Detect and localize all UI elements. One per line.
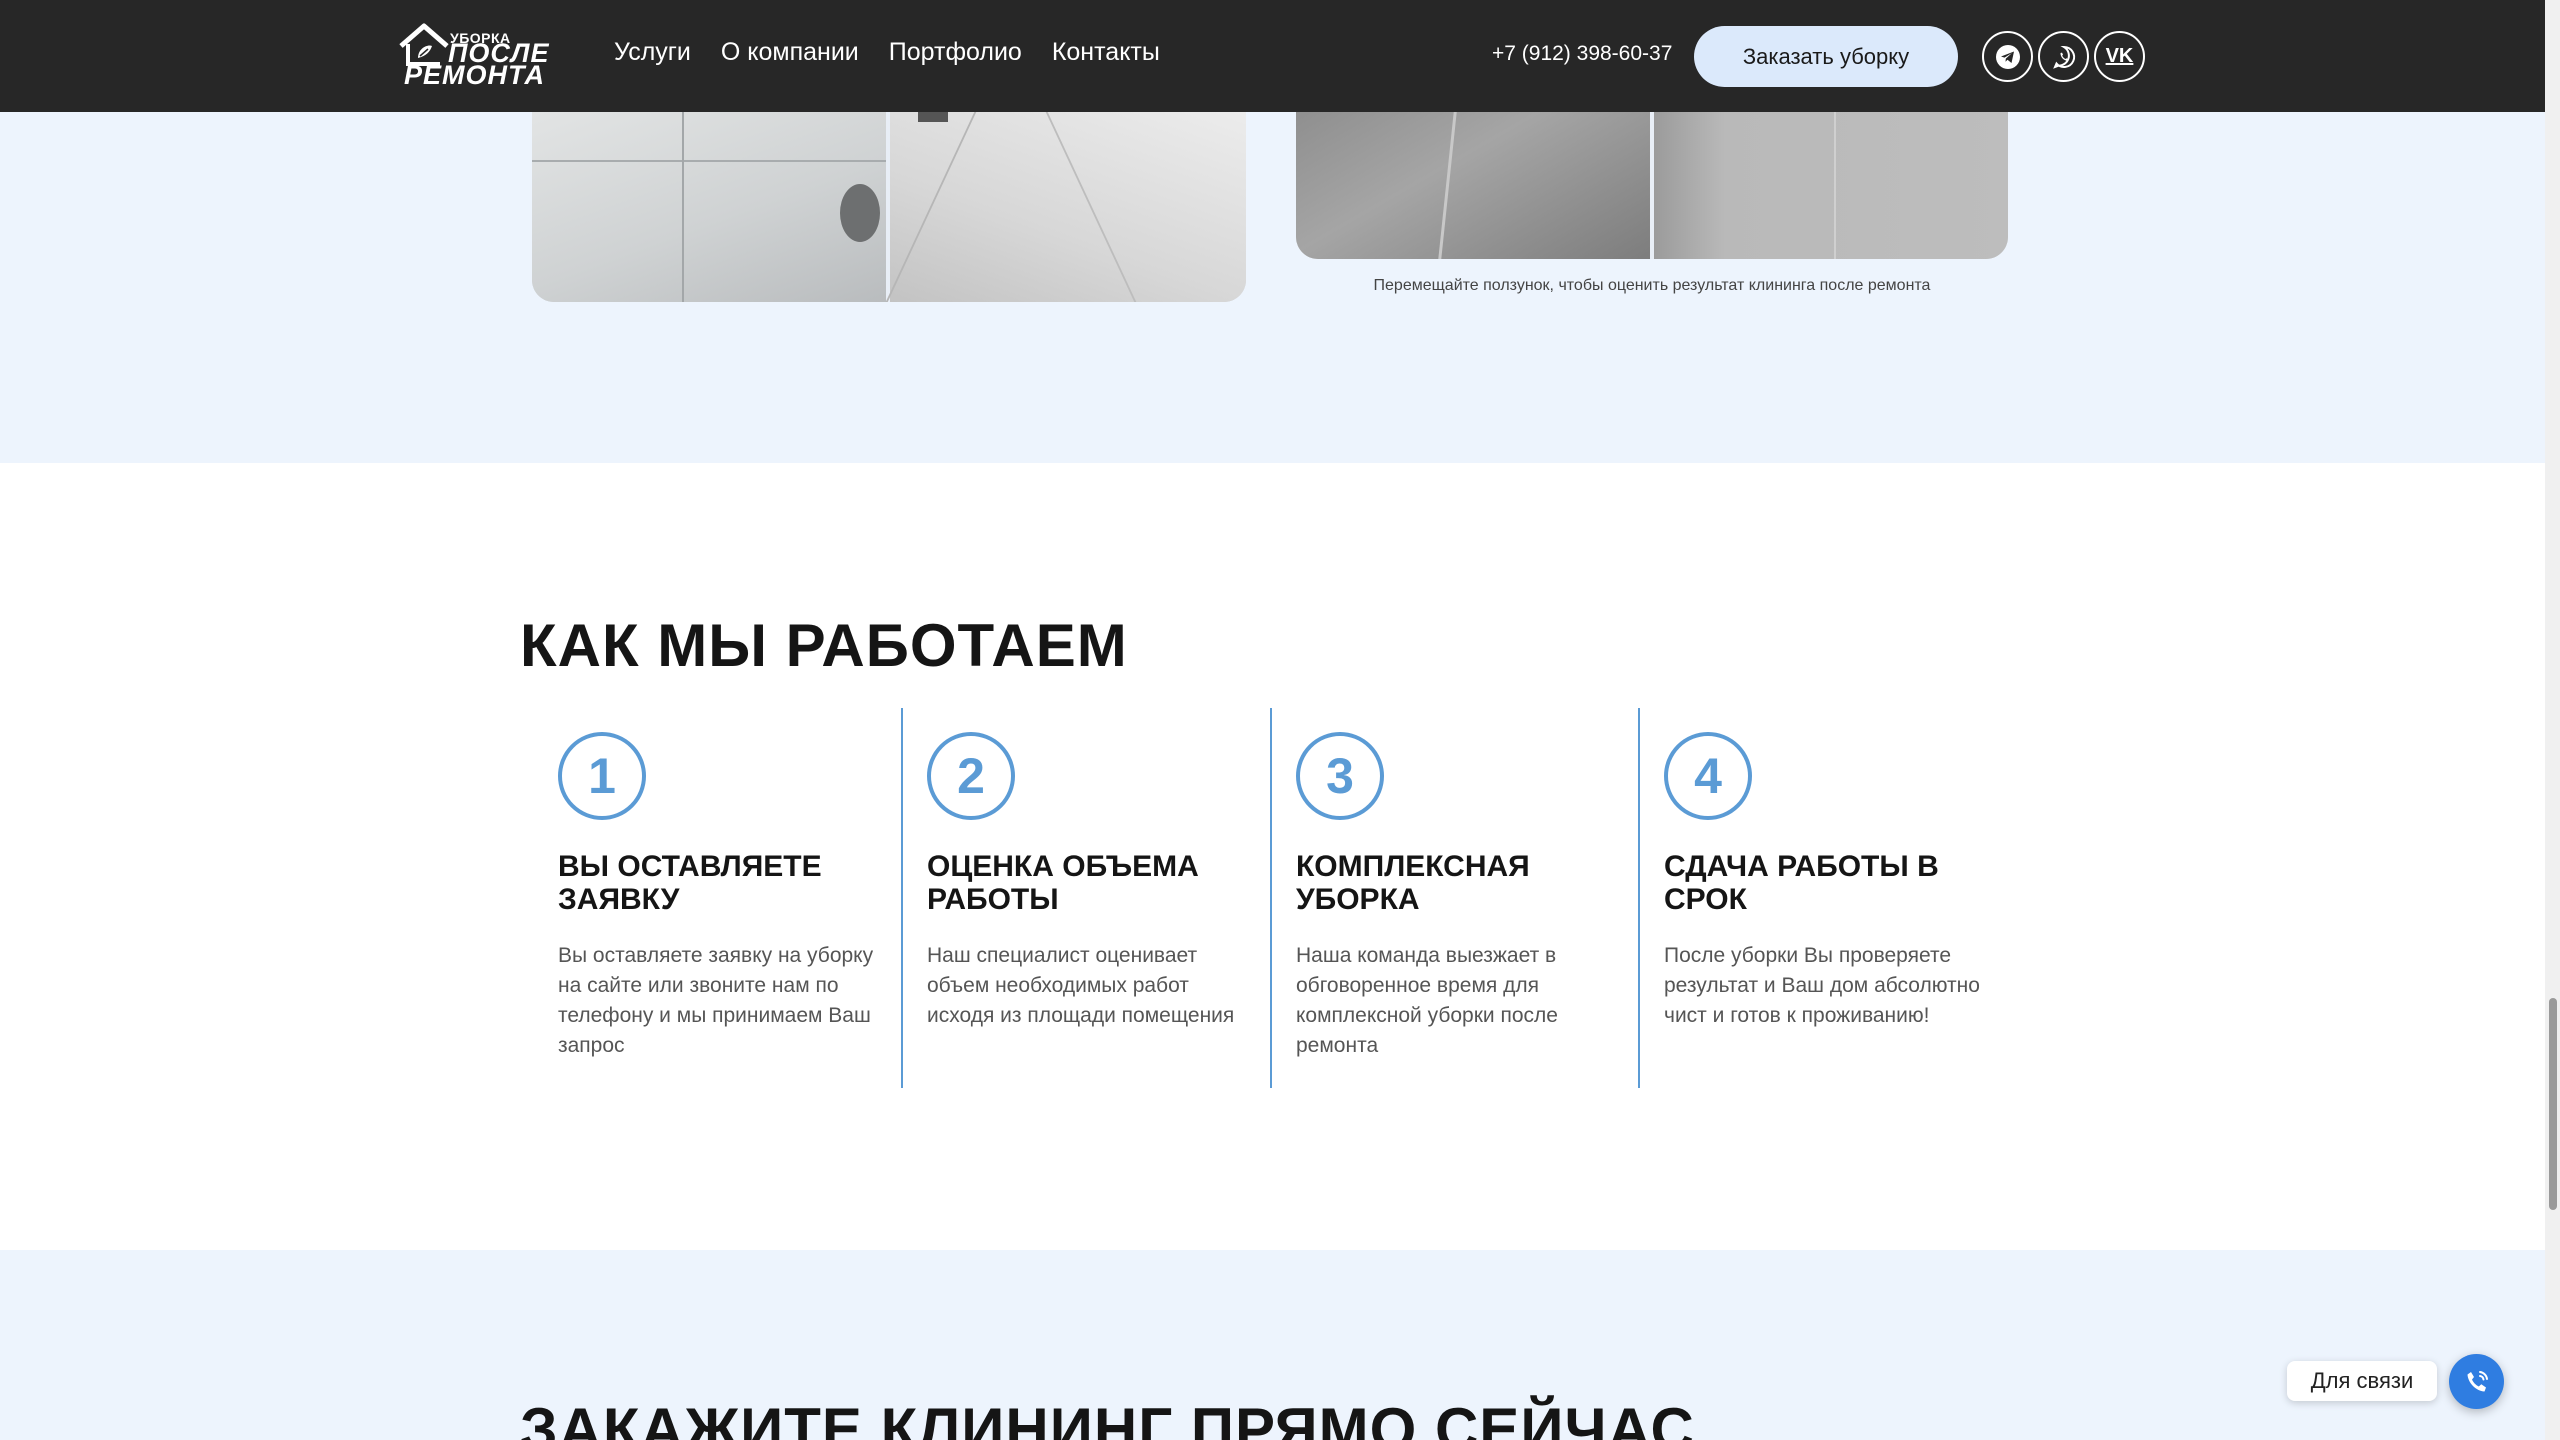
step-description: Вы оставляете заявку на уборку на сайте … (558, 944, 874, 1057)
order-now-section: ЗАКАЖИТЕ КЛИНИНГ ПРЯМО СЕЙЧАС (0, 1250, 2545, 1440)
step-number-badge: 2 (927, 732, 1015, 820)
step-divider (1638, 708, 1640, 1088)
telegram-icon (1995, 44, 2020, 69)
contact-widget-label[interactable]: Для связи (2287, 1361, 2437, 1401)
before-photo (532, 112, 886, 302)
slider-hint-text: Перемещайте ползунок, чтобы оценить резу… (1373, 277, 1931, 294)
nav-link-portfolio[interactable]: Портфолио (889, 38, 1022, 67)
whatsapp-link[interactable] (2038, 31, 2089, 82)
step-number-badge: 3 (1296, 732, 1384, 820)
step-number-badge: 1 (558, 732, 646, 820)
order-cleaning-button[interactable]: Заказать уборку (1694, 26, 1958, 87)
step-number-badge: 4 (1664, 732, 1752, 820)
logo-text-line2: РЕМОНТА (404, 60, 545, 90)
after-photo (885, 112, 1246, 302)
step-card: 2 ОЦЕНКА ОБЪЕМА РАБОТЫ Наш специалист оц… (901, 708, 1270, 1088)
step-title: ВЫ ОСТАВЛЯЕТЕ ЗАЯВКУ (558, 850, 822, 916)
step-card: 3 КОМПЛЕКСНАЯ УБОРКА Наша команда выезжа… (1270, 708, 1639, 1088)
vk-link[interactable]: VK (2094, 31, 2145, 82)
step-description: После уборки Вы проверяете результат и В… (1664, 944, 1980, 1027)
how-we-work-section: КАК МЫ РАБОТАЕМ 1 ВЫ ОСТАВЛЯЕТЕ ЗАЯВКУ В… (0, 463, 2545, 1250)
step-card: 4 СДАЧА РАБОТЫ В СРОК После уборки Вы пр… (1638, 708, 2007, 1088)
main-nav: Услуги О компании Портфолио Контакты (614, 38, 1190, 67)
header-phone-link[interactable]: +7 (912) 398-60-37 (1492, 42, 1672, 66)
nav-link-services[interactable]: Услуги (614, 38, 691, 67)
before-after-slider-2[interactable] (1296, 112, 2008, 259)
section-title: ЗАКАЖИТЕ КЛИНИНГ ПРЯМО СЕЙЧАС (520, 1396, 1695, 1440)
vk-icon: VK (2105, 45, 2134, 67)
section-title: КАК МЫ РАБОТАЕМ (520, 612, 1128, 679)
step-title: СДАЧА РАБОТЫ В СРОК (1664, 850, 1939, 916)
scrollbar-thumb[interactable] (2549, 998, 2557, 1210)
step-title: КОМПЛЕКСНАЯ УБОРКА (1296, 850, 1530, 916)
step-description: Наша команда выезжает в обговоренное вре… (1296, 944, 1558, 1057)
nav-link-contacts[interactable]: Контакты (1052, 38, 1160, 67)
site-logo[interactable]: УБОРКА ПОСЛЕ РЕМОНТА (398, 22, 568, 90)
before-after-section: Перемещайте ползунок, чтобы оценить резу… (0, 112, 2545, 463)
contact-widget-button[interactable] (2449, 1354, 2504, 1409)
step-title: ОЦЕНКА ОБЪЕМА РАБОТЫ (927, 850, 1199, 916)
page-scrollbar[interactable] (2545, 0, 2560, 1440)
before-after-slider-1[interactable] (532, 112, 1246, 302)
telegram-link[interactable] (1982, 31, 2033, 82)
step-description: Наш специалист оценивает объем необходим… (927, 944, 1235, 1027)
site-header: УБОРКА ПОСЛЕ РЕМОНТА Услуги О компании П… (0, 0, 2545, 112)
step-divider (901, 708, 903, 1088)
step-divider (1270, 708, 1272, 1088)
steps-list: 1 ВЫ ОСТАВЛЯЕТЕ ЗАЯВКУ Вы оставляете зая… (532, 708, 2007, 1088)
whatsapp-icon (2052, 45, 2075, 69)
after-photo (1654, 112, 2008, 259)
nav-link-about[interactable]: О компании (721, 38, 859, 67)
before-photo (1296, 112, 1650, 259)
phone-ring-icon (2467, 1370, 2488, 1391)
step-card: 1 ВЫ ОСТАВЛЯЕТЕ ЗАЯВКУ Вы оставляете зая… (532, 708, 901, 1088)
